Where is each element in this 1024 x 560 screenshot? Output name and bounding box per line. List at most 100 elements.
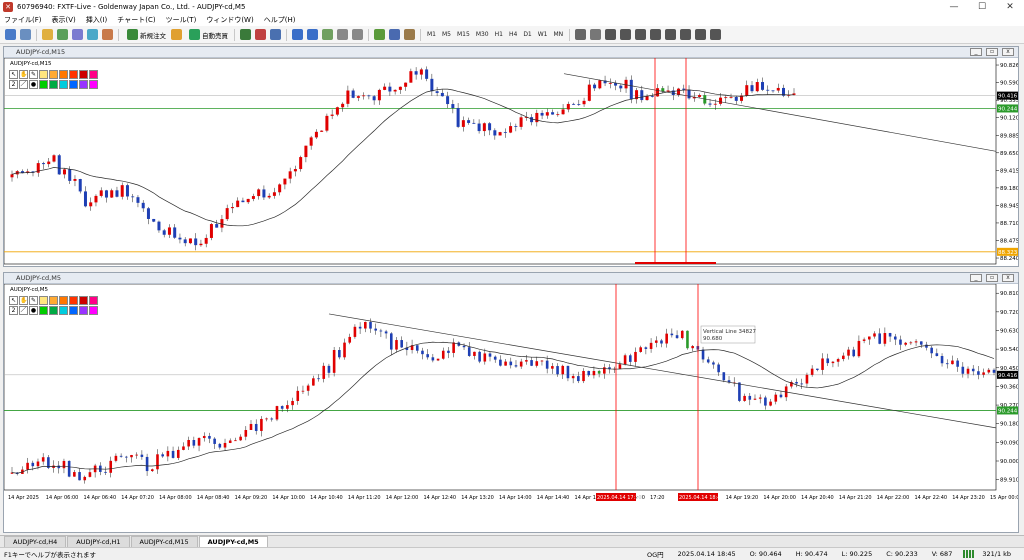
- palette-color-magenta[interactable]: [89, 306, 98, 315]
- palette-dot-tool[interactable]: ●: [29, 306, 38, 315]
- line-chart-icon[interactable]: [270, 29, 281, 40]
- menu-file[interactable]: ファイル(F): [4, 15, 42, 25]
- palette-color-red[interactable]: [79, 296, 88, 305]
- palette-color-crimson[interactable]: [89, 70, 98, 79]
- palette-color-red[interactable]: [79, 70, 88, 79]
- palette-color-red-orange[interactable]: [69, 296, 78, 305]
- menu-help[interactable]: ヘルプ(H): [264, 15, 296, 25]
- zoom-in-icon[interactable]: [292, 29, 303, 40]
- palette-color-dark-orange[interactable]: [59, 296, 68, 305]
- periods-icon[interactable]: [389, 29, 400, 40]
- palette-color-cyan[interactable]: [59, 306, 68, 315]
- zoom-out-icon[interactable]: [307, 29, 318, 40]
- equidistant-channel-icon[interactable]: [650, 29, 662, 40]
- palette-color-yellow[interactable]: [39, 70, 48, 79]
- cursor-icon[interactable]: [575, 29, 587, 40]
- navigator-icon[interactable]: [72, 29, 83, 40]
- market-watch-icon[interactable]: [42, 29, 53, 40]
- chart-close-button[interactable]: x: [1002, 48, 1014, 56]
- chart-restore-button[interactable]: ▫: [986, 48, 998, 56]
- templates-icon[interactable]: [404, 29, 415, 40]
- palette-cursor-tool[interactable]: ↖: [9, 296, 18, 305]
- palette-cursor-tool[interactable]: ↖: [9, 70, 18, 79]
- palette-line-tool[interactable]: ／: [19, 306, 28, 315]
- chart-minimize-button[interactable]: _: [970, 48, 982, 56]
- palette-dot-tool[interactable]: ●: [29, 80, 38, 89]
- palette-color-green[interactable]: [39, 306, 48, 315]
- metaeditor-icon[interactable]: [171, 29, 182, 40]
- palette-color-blue[interactable]: [69, 80, 78, 89]
- palette-width-tool[interactable]: 2: [9, 306, 18, 315]
- menu-tools[interactable]: ツール(T): [166, 15, 197, 25]
- tester-icon[interactable]: [102, 29, 113, 40]
- label-icon[interactable]: [695, 29, 707, 40]
- candlestick-icon[interactable]: [255, 29, 266, 40]
- chart-restore-button[interactable]: ▫: [986, 274, 998, 282]
- palette-color-cyan[interactable]: [59, 80, 68, 89]
- indicators-icon[interactable]: [374, 29, 385, 40]
- palette-eraser-tool[interactable]: ✎: [29, 70, 38, 79]
- chart-minimize-button[interactable]: _: [970, 274, 982, 282]
- timeframe-h4[interactable]: H4: [506, 31, 520, 38]
- tab-audjpy-m15[interactable]: AUDJPY-cd,M15: [130, 536, 198, 547]
- timeframe-m5[interactable]: M5: [439, 31, 454, 38]
- close-button[interactable]: ✕: [996, 0, 1024, 14]
- timeframe-h1[interactable]: H1: [492, 31, 506, 38]
- tile-windows-icon[interactable]: [322, 29, 333, 40]
- chart-shift-icon[interactable]: [337, 29, 348, 40]
- horizontal-line-icon[interactable]: [620, 29, 632, 40]
- bar-chart-icon[interactable]: [240, 29, 251, 40]
- autoscroll-icon[interactable]: [352, 29, 363, 40]
- palette-color-crimson[interactable]: [89, 296, 98, 305]
- price-chart-m15[interactable]: 90.82690.59090.35590.12089.88589.65089.4…: [4, 58, 1018, 266]
- menu-window[interactable]: ウィンドウ(W): [206, 15, 253, 25]
- terminal-icon[interactable]: [87, 29, 98, 40]
- timeframe-m1[interactable]: M1: [424, 31, 439, 38]
- text-icon[interactable]: [680, 29, 692, 40]
- trendline-icon[interactable]: [635, 29, 647, 40]
- crosshair-icon[interactable]: [590, 29, 602, 40]
- data-window-icon[interactable]: [57, 29, 68, 40]
- new-chart-icon[interactable]: [5, 29, 16, 40]
- palette-color-blue[interactable]: [69, 306, 78, 315]
- timeframe-w1[interactable]: W1: [535, 31, 551, 38]
- palette-hand-tool[interactable]: ✋: [19, 296, 28, 305]
- timeframe-m15[interactable]: M15: [454, 31, 473, 38]
- palette-color-dark-green[interactable]: [49, 306, 58, 315]
- palette-color-dark-orange[interactable]: [59, 70, 68, 79]
- palette-color-dark-green[interactable]: [49, 80, 58, 89]
- palette-line-tool[interactable]: ／: [19, 80, 28, 89]
- menu-insert[interactable]: 挿入(I): [86, 15, 108, 25]
- menu-chart[interactable]: チャート(C): [117, 15, 155, 25]
- palette-color-magenta[interactable]: [89, 80, 98, 89]
- palette-color-purple[interactable]: [79, 80, 88, 89]
- maximize-button[interactable]: ☐: [968, 0, 996, 14]
- menu-view[interactable]: 表示(V): [52, 15, 76, 25]
- timeframe-mn[interactable]: MN: [551, 31, 567, 38]
- arrows-icon[interactable]: [710, 29, 722, 40]
- auto-trading-button[interactable]: 自動売買: [184, 29, 231, 40]
- palette-color-yellow[interactable]: [39, 296, 48, 305]
- new-order-button[interactable]: 新規注文: [122, 29, 169, 40]
- menu-bar: ファイル(F) 表示(V) 挿入(I) チャート(C) ツール(T) ウィンドウ…: [0, 14, 1024, 26]
- price-chart-m5[interactable]: 90.81090.72090.63090.54090.45090.36090.2…: [4, 284, 1018, 532]
- timeframe-d1[interactable]: D1: [520, 31, 534, 38]
- palette-color-orange[interactable]: [49, 70, 58, 79]
- vertical-line-icon[interactable]: [605, 29, 617, 40]
- minimize-button[interactable]: —: [940, 0, 968, 14]
- palette-color-red-orange[interactable]: [69, 70, 78, 79]
- palette-eraser-tool[interactable]: ✎: [29, 296, 38, 305]
- candle-body: [713, 103, 717, 105]
- fibonacci-icon[interactable]: [665, 29, 677, 40]
- palette-color-green[interactable]: [39, 80, 48, 89]
- timeframe-m30[interactable]: M30: [473, 31, 492, 38]
- palette-color-purple[interactable]: [79, 306, 88, 315]
- chart-close-button[interactable]: x: [1002, 274, 1014, 282]
- tab-audjpy-h4[interactable]: AUDJPY-cd,H4: [4, 536, 67, 547]
- palette-hand-tool[interactable]: ✋: [19, 70, 28, 79]
- tab-audjpy-m5[interactable]: AUDJPY-cd,M5: [198, 536, 268, 547]
- profiles-icon[interactable]: [20, 29, 31, 40]
- tab-audjpy-h1[interactable]: AUDJPY-cd,H1: [67, 536, 130, 547]
- palette-width-tool[interactable]: 2: [9, 80, 18, 89]
- palette-color-orange[interactable]: [49, 296, 58, 305]
